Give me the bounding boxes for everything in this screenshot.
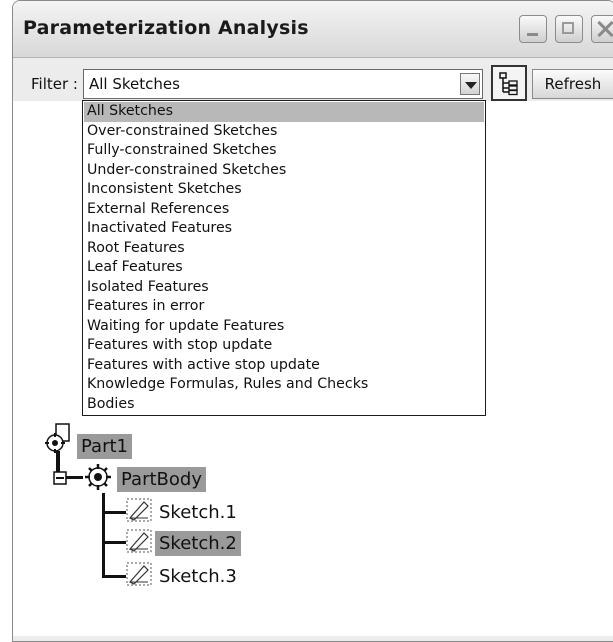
- tree-connector: [102, 541, 126, 544]
- window-title: Parameterization Analysis: [23, 17, 309, 39]
- tree-view-icon[interactable]: [491, 65, 527, 101]
- collapse-icon[interactable]: [53, 471, 67, 485]
- tree-connector: [102, 575, 126, 578]
- filter-option[interactable]: Inactivated Features: [84, 219, 484, 239]
- tree-connector: [102, 493, 105, 577]
- filter-option[interactable]: Features with active stop update: [84, 356, 484, 376]
- filter-option[interactable]: All Sketches: [84, 102, 484, 122]
- filter-option[interactable]: Under-constrained Sketches: [84, 161, 484, 181]
- filter-option[interactable]: Features with stop update: [84, 336, 484, 356]
- tree-node-partbody[interactable]: PartBody: [117, 467, 206, 492]
- filter-option[interactable]: Knowledge Formulas, Rules and Checks: [84, 375, 484, 395]
- filter-option[interactable]: Root Features: [84, 239, 484, 259]
- tree-node-sketch[interactable]: Sketch.3: [155, 564, 241, 589]
- filter-label: Filter :: [31, 75, 78, 93]
- sketch-icon: [126, 562, 152, 586]
- chevron-down-icon[interactable]: [460, 73, 480, 95]
- filter-option[interactable]: Over-constrained Sketches: [84, 122, 484, 142]
- filter-option[interactable]: Isolated Features: [84, 278, 484, 298]
- filter-combobox[interactable]: All Sketches: [83, 69, 483, 99]
- refresh-button[interactable]: Refresh: [532, 69, 613, 99]
- title-bar[interactable]: Parameterization Analysis: [13, 1, 613, 58]
- sketch-icon: [126, 498, 152, 522]
- tree-node-part1[interactable]: Part1: [77, 434, 132, 459]
- tree-connector: [102, 511, 126, 514]
- parameterization-analysis-window: Parameterization Analysis Filter : All S…: [12, 0, 613, 642]
- filter-option[interactable]: Waiting for update Features: [84, 317, 484, 337]
- close-icon[interactable]: [591, 15, 613, 43]
- filter-dropdown-list[interactable]: All Sketches Over-constrained Sketches F…: [82, 100, 486, 416]
- tree-node-sketch[interactable]: Sketch.1: [155, 500, 241, 525]
- tree-node-sketch[interactable]: Sketch.2: [155, 531, 241, 556]
- gear-icon: [85, 464, 111, 490]
- filter-option[interactable]: Fully-constrained Sketches: [84, 141, 484, 161]
- filter-option[interactable]: Inconsistent Sketches: [84, 180, 484, 200]
- maximize-icon[interactable]: [555, 15, 583, 43]
- filter-option[interactable]: Bodies: [84, 395, 484, 415]
- filter-option[interactable]: Features in error: [84, 297, 484, 317]
- sketch-icon: [126, 529, 152, 553]
- filter-option[interactable]: External References: [84, 200, 484, 220]
- filter-option[interactable]: Leaf Features: [84, 258, 484, 278]
- minimize-icon[interactable]: [519, 15, 547, 43]
- filter-selected-value: All Sketches: [89, 75, 180, 93]
